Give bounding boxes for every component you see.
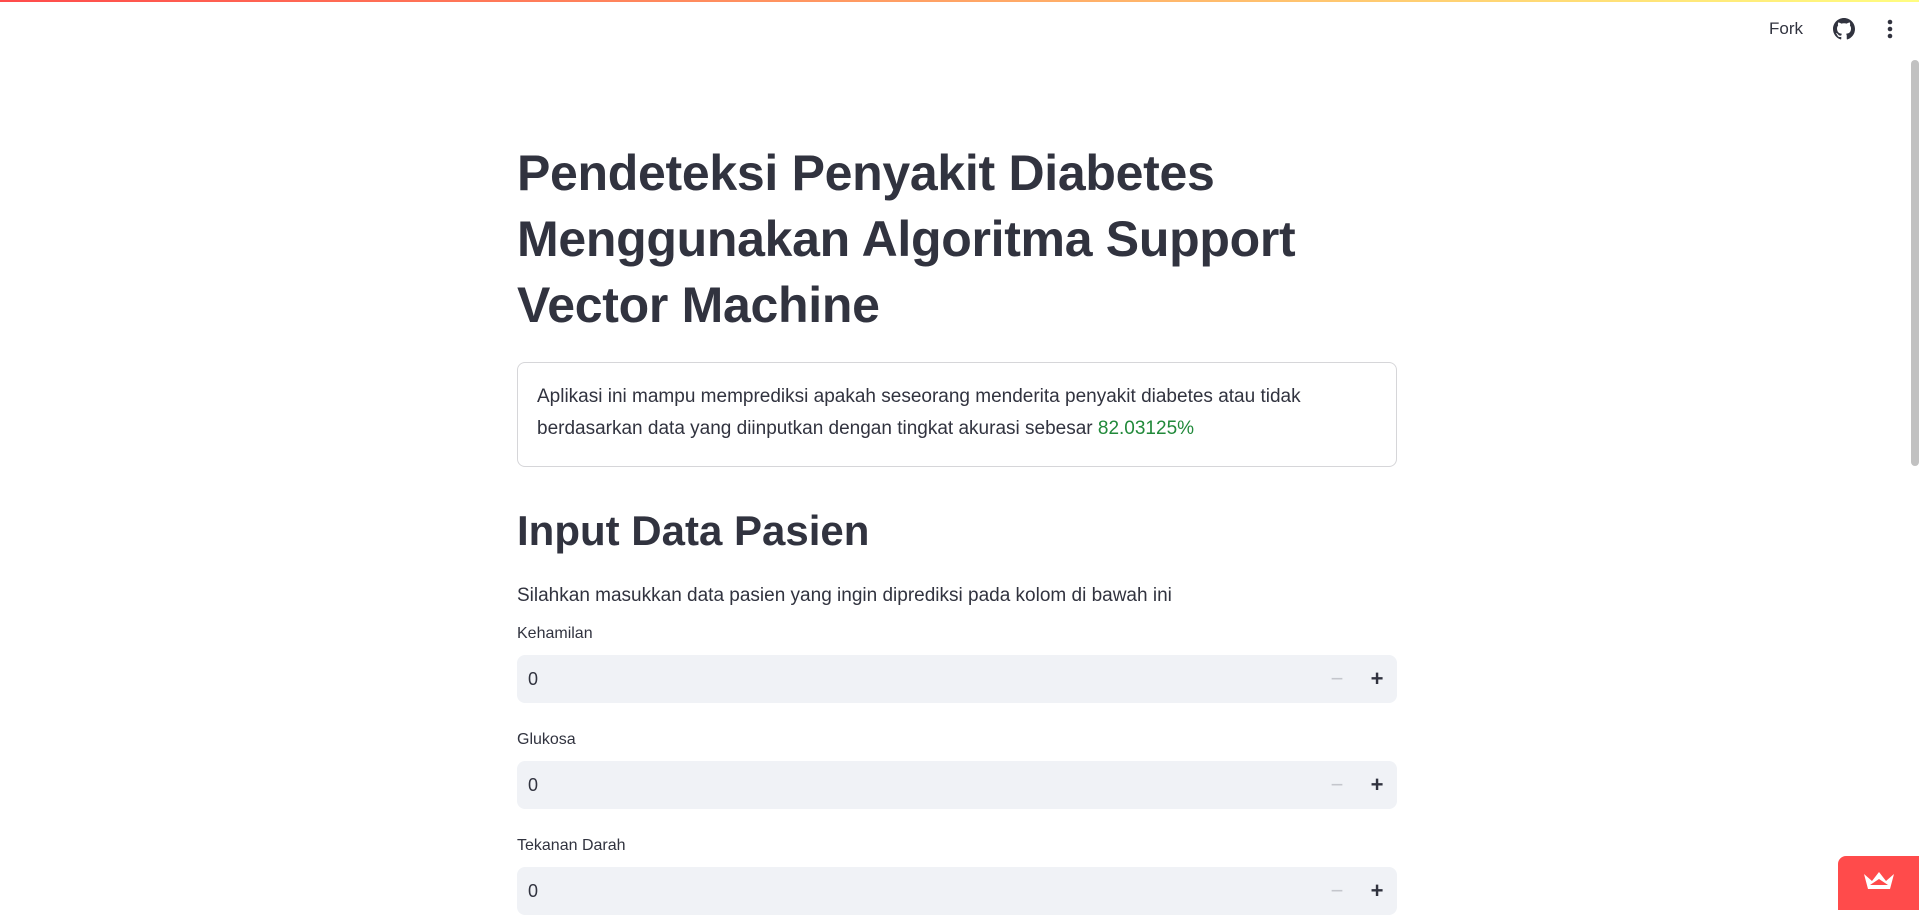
- app-toolbar: Fork: [1769, 10, 1919, 48]
- increment-button[interactable]: +: [1357, 867, 1397, 915]
- increment-button[interactable]: +: [1357, 655, 1397, 703]
- field-kehamilan: Kehamilan − +: [517, 623, 1397, 703]
- decrement-button[interactable]: −: [1317, 867, 1357, 915]
- page-title: Pendeteksi Penyakit Diabetes Menggunakan…: [517, 145, 1296, 333]
- page-scrollbar[interactable]: [1911, 60, 1919, 466]
- fork-link[interactable]: Fork: [1769, 19, 1803, 39]
- kehamilan-input[interactable]: [517, 655, 1317, 703]
- field-label: Glukosa: [517, 731, 576, 748]
- number-input: − +: [517, 655, 1397, 703]
- increment-button[interactable]: +: [1357, 761, 1397, 809]
- field-label: Tekanan Darah: [517, 837, 626, 854]
- glukosa-input[interactable]: [517, 761, 1317, 809]
- section-title: Input Data Pasien: [517, 507, 870, 554]
- streamlit-badge[interactable]: [1838, 856, 1919, 910]
- streamlit-crown-icon: [1863, 870, 1895, 897]
- github-icon[interactable]: [1831, 16, 1857, 42]
- field-glukosa: Glukosa − +: [517, 729, 1397, 809]
- decrement-button[interactable]: −: [1317, 655, 1357, 703]
- field-label: Kehamilan: [517, 625, 593, 642]
- accuracy-value: 82.03125%: [1097, 418, 1195, 439]
- info-box: Aplikasi ini mampu memprediksi apakah se…: [517, 362, 1397, 467]
- decrement-button[interactable]: −: [1317, 761, 1357, 809]
- more-vertical-icon[interactable]: [1877, 16, 1903, 42]
- number-input: − +: [517, 867, 1397, 915]
- field-tekanan-darah: Tekanan Darah − +: [517, 835, 1397, 915]
- header-decoration-bar: [0, 0, 1919, 2]
- number-input: − +: [517, 761, 1397, 809]
- tekanan-darah-input[interactable]: [517, 867, 1317, 915]
- main-content: Pendeteksi Penyakit Diabetes Menggunakan…: [517, 140, 1397, 915]
- instruction-text: Silahkan masukkan data pasien yang ingin…: [517, 585, 1172, 606]
